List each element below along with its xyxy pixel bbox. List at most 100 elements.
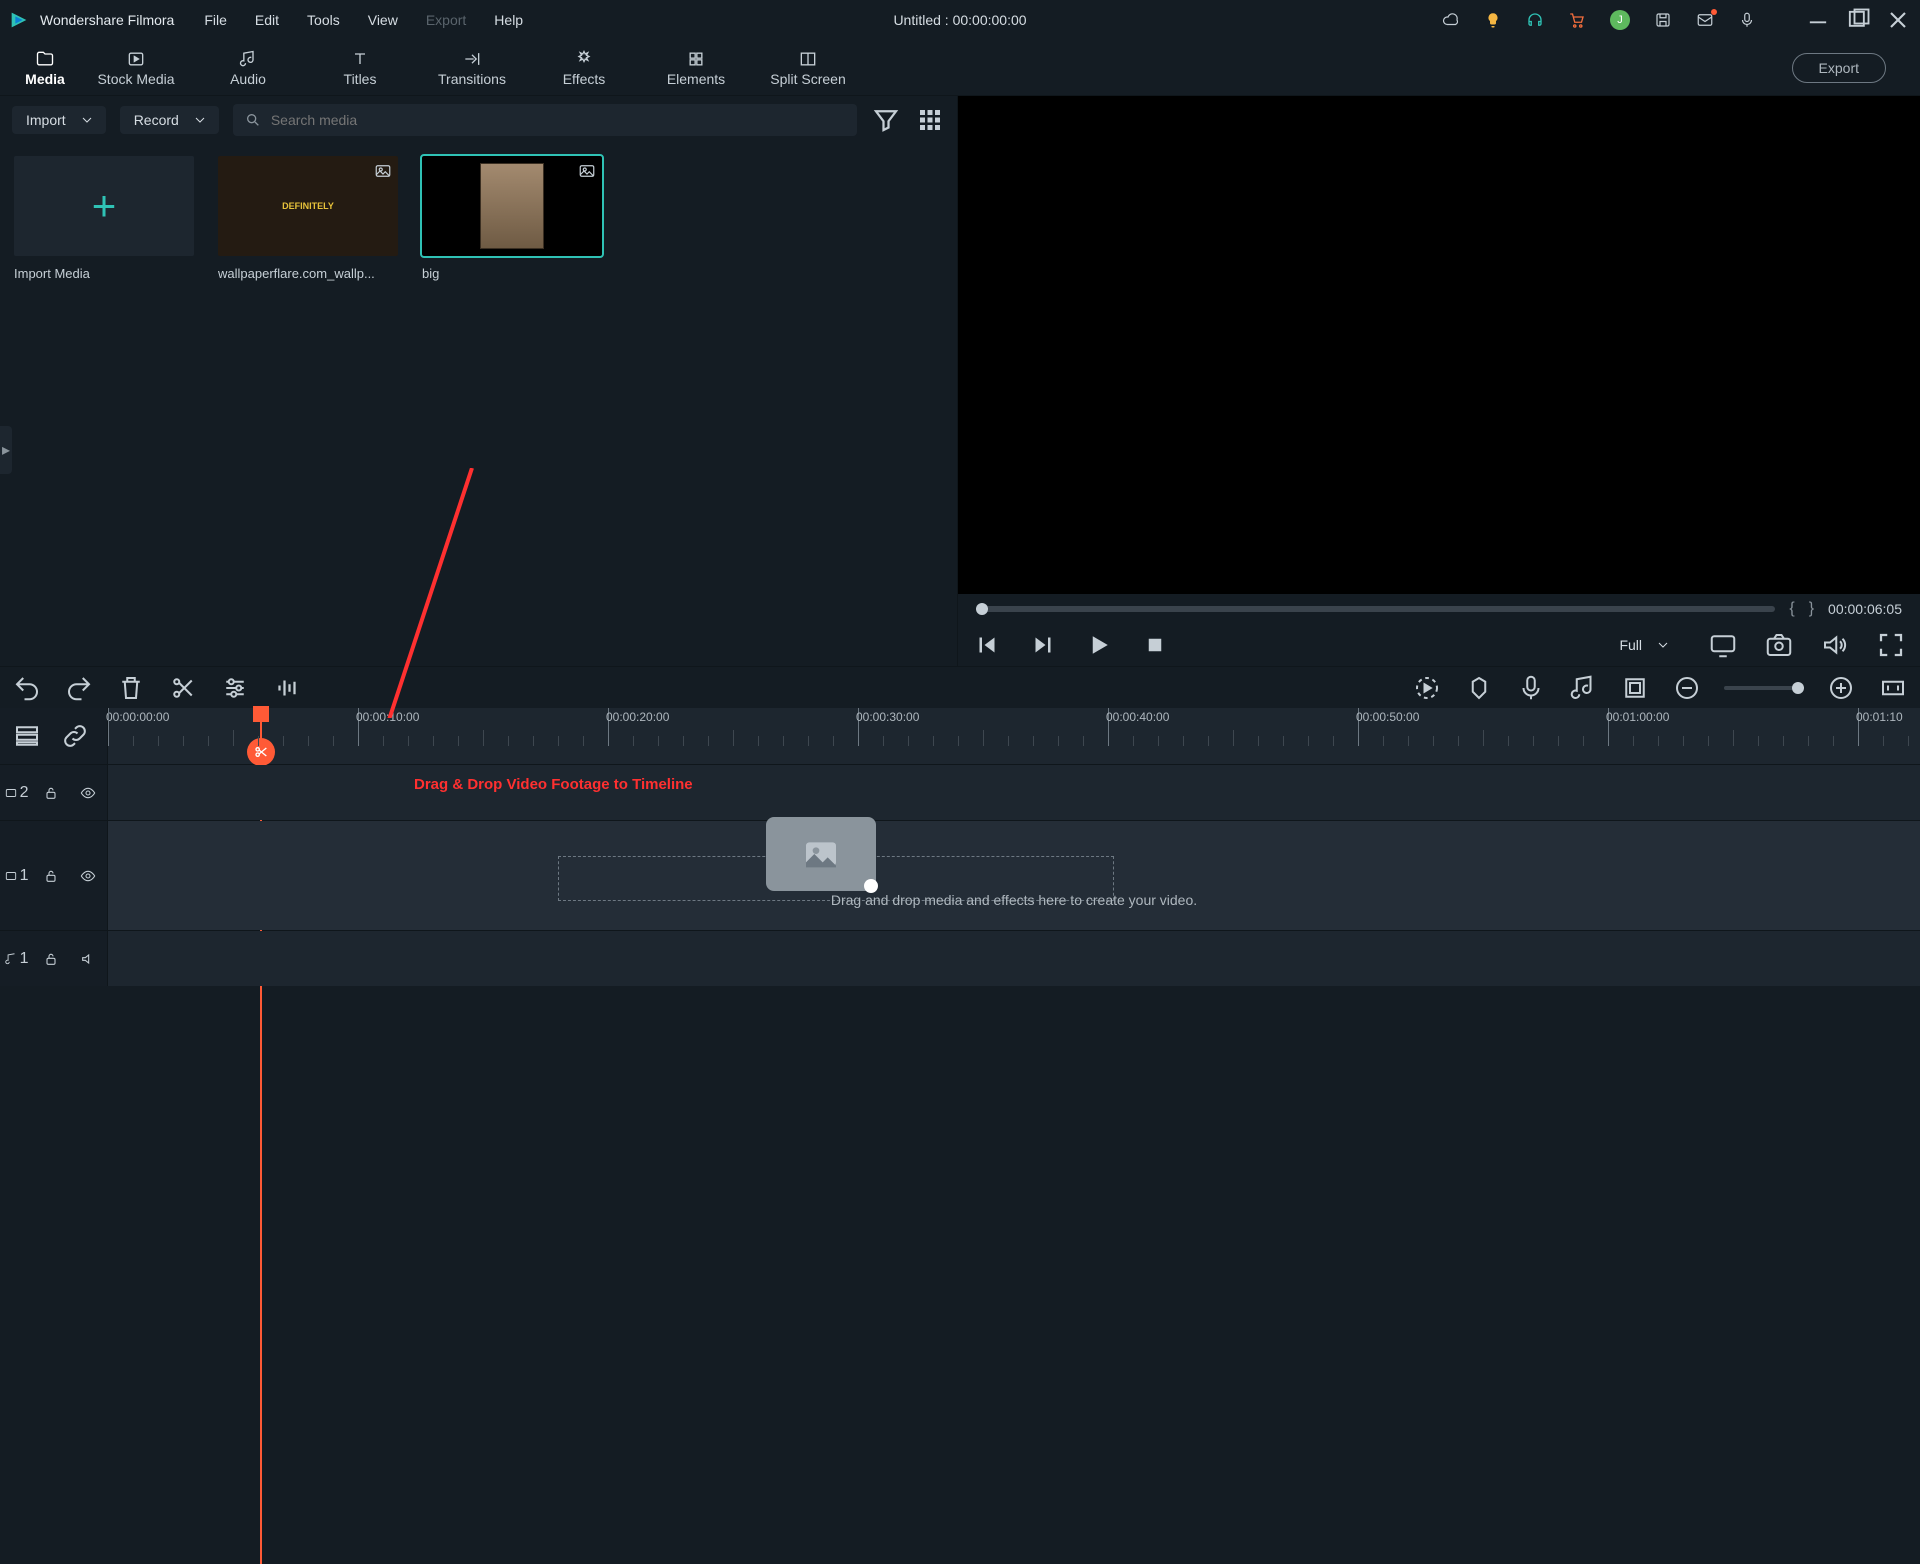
ruler-minor-tick [1158,736,1159,746]
link-icon[interactable] [60,721,90,751]
playhead-cut-icon[interactable] [247,738,275,766]
play-icon[interactable] [1084,630,1114,660]
render-preview-icon[interactable] [1412,673,1442,703]
minimize-button[interactable] [1804,6,1832,34]
undo-icon[interactable] [12,673,42,703]
next-frame-icon[interactable] [1028,630,1058,660]
save-icon[interactable] [1654,11,1672,29]
tab-split-screen[interactable]: Split Screen [752,40,864,96]
mark-in-icon[interactable]: { [1789,600,1794,618]
mark-out-icon[interactable]: } [1809,600,1814,618]
search-box[interactable] [233,104,857,136]
redo-icon[interactable] [64,673,94,703]
stop-icon[interactable] [1140,630,1170,660]
fullscreen-icon[interactable] [1876,630,1906,660]
tab-audio[interactable]: Audio [192,40,304,96]
import-dropdown[interactable]: Import [12,106,106,134]
tab-titles[interactable]: Titles [304,40,416,96]
split-icon[interactable] [168,673,198,703]
ruler-minor-tick [1833,736,1834,746]
audio-track-1-body[interactable] [108,931,1920,986]
track-manager-icon[interactable] [12,721,42,751]
media-tile-1[interactable]: DEFINITELY wallpaperflare.com_wallp... [218,156,398,281]
eye-icon[interactable] [73,861,103,891]
audio-mixer-icon[interactable] [1568,673,1598,703]
headset-icon[interactable] [1526,11,1544,29]
edit-properties-icon[interactable] [220,673,250,703]
menu-help[interactable]: Help [494,12,523,28]
scrub-head[interactable] [976,603,988,615]
avatar[interactable]: J [1610,10,1630,30]
lock-icon[interactable] [36,944,66,974]
annotation-text: Drag & Drop Video Footage to Timeline [414,776,693,793]
menu-view[interactable]: View [368,12,398,28]
ruler-minor-tick [1333,736,1334,746]
timeline-ruler[interactable]: 00:00:00:00 00:00:10:0000:00:20:0000:00:… [108,708,1920,764]
ruler-label: 00:01:00:00 [1606,710,1669,724]
ruler-minor-tick [1758,736,1759,746]
preview-surface[interactable] [958,96,1920,594]
video-track-1-body[interactable]: Drag and drop media and effects here to … [108,821,1920,930]
ruler-minor-tick [458,736,459,746]
titlebar: Wondershare Filmora File Edit Tools View… [0,0,1920,40]
crop-icon[interactable] [1620,673,1650,703]
lock-icon[interactable] [36,778,66,808]
volume-icon[interactable] [1820,630,1850,660]
tab-elements[interactable]: Elements [640,40,752,96]
tab-transitions[interactable]: Transitions [416,40,528,96]
zoom-fit-icon[interactable] [1878,673,1908,703]
tab-media[interactable]: Media [10,40,80,96]
media-grid: + Import Media DEFINITELY wallpaperflare… [0,144,957,293]
voiceover-icon[interactable] [1516,673,1546,703]
marker-icon[interactable] [1464,673,1494,703]
delete-icon[interactable] [116,673,146,703]
menu-edit[interactable]: Edit [255,12,279,28]
message-icon[interactable] [1696,11,1714,29]
audio-track-1-head: 1 [0,931,108,986]
timeline-toolbar [0,666,1920,708]
import-media-tile[interactable]: + Import Media [14,156,194,281]
prev-frame-icon[interactable] [972,630,1002,660]
menu-export[interactable]: Export [426,12,466,28]
snapshot-icon[interactable] [1764,630,1794,660]
scrub-track[interactable] [976,606,1775,612]
mute-icon[interactable] [73,944,103,974]
preview-quality-dropdown[interactable]: Full [1605,631,1682,659]
lock-icon[interactable] [36,861,66,891]
search-input[interactable] [271,112,845,128]
cart-icon[interactable] [1568,11,1586,29]
ruler-minor-tick [683,736,684,746]
zoom-out-icon[interactable] [1672,673,1702,703]
zoom-in-icon[interactable] [1826,673,1856,703]
display-icon[interactable] [1708,630,1738,660]
cloud-icon[interactable] [1442,11,1460,29]
expand-sidebar-icon[interactable]: ▸ [0,426,12,474]
export-button[interactable]: Export [1792,53,1886,83]
menu-tools[interactable]: Tools [307,12,340,28]
grid-view-icon[interactable] [915,105,945,135]
ruler-minor-tick [133,736,134,746]
zoom-slider[interactable] [1724,686,1804,690]
record-dropdown[interactable]: Record [120,106,219,134]
ruler-minor-tick [1683,736,1684,746]
filter-icon[interactable] [871,105,901,135]
tab-effects[interactable]: Effects [528,40,640,96]
audio-levels-icon[interactable] [272,673,302,703]
zoom-slider-knob[interactable] [1792,682,1804,694]
video-track-2-body[interactable] [108,765,1920,820]
close-button[interactable] [1884,6,1912,34]
lightbulb-icon[interactable] [1484,11,1502,29]
tab-stock-media[interactable]: Stock Media [80,40,192,96]
ruler-minor-tick [1508,736,1509,746]
menu-file[interactable]: File [204,12,227,28]
mic-icon[interactable] [1738,11,1756,29]
maximize-button[interactable] [1844,6,1872,34]
import-label: Import [26,112,66,128]
ruler-label: 00:00:10:00 [356,710,419,724]
media-tile-2[interactable]: big [422,156,602,281]
tile-1-label: wallpaperflare.com_wallp... [218,266,398,281]
ruler-minor-tick [658,736,659,746]
ruler-minor-tick [1308,736,1309,746]
ruler-minor-tick [1083,736,1084,746]
eye-icon[interactable] [73,778,103,808]
